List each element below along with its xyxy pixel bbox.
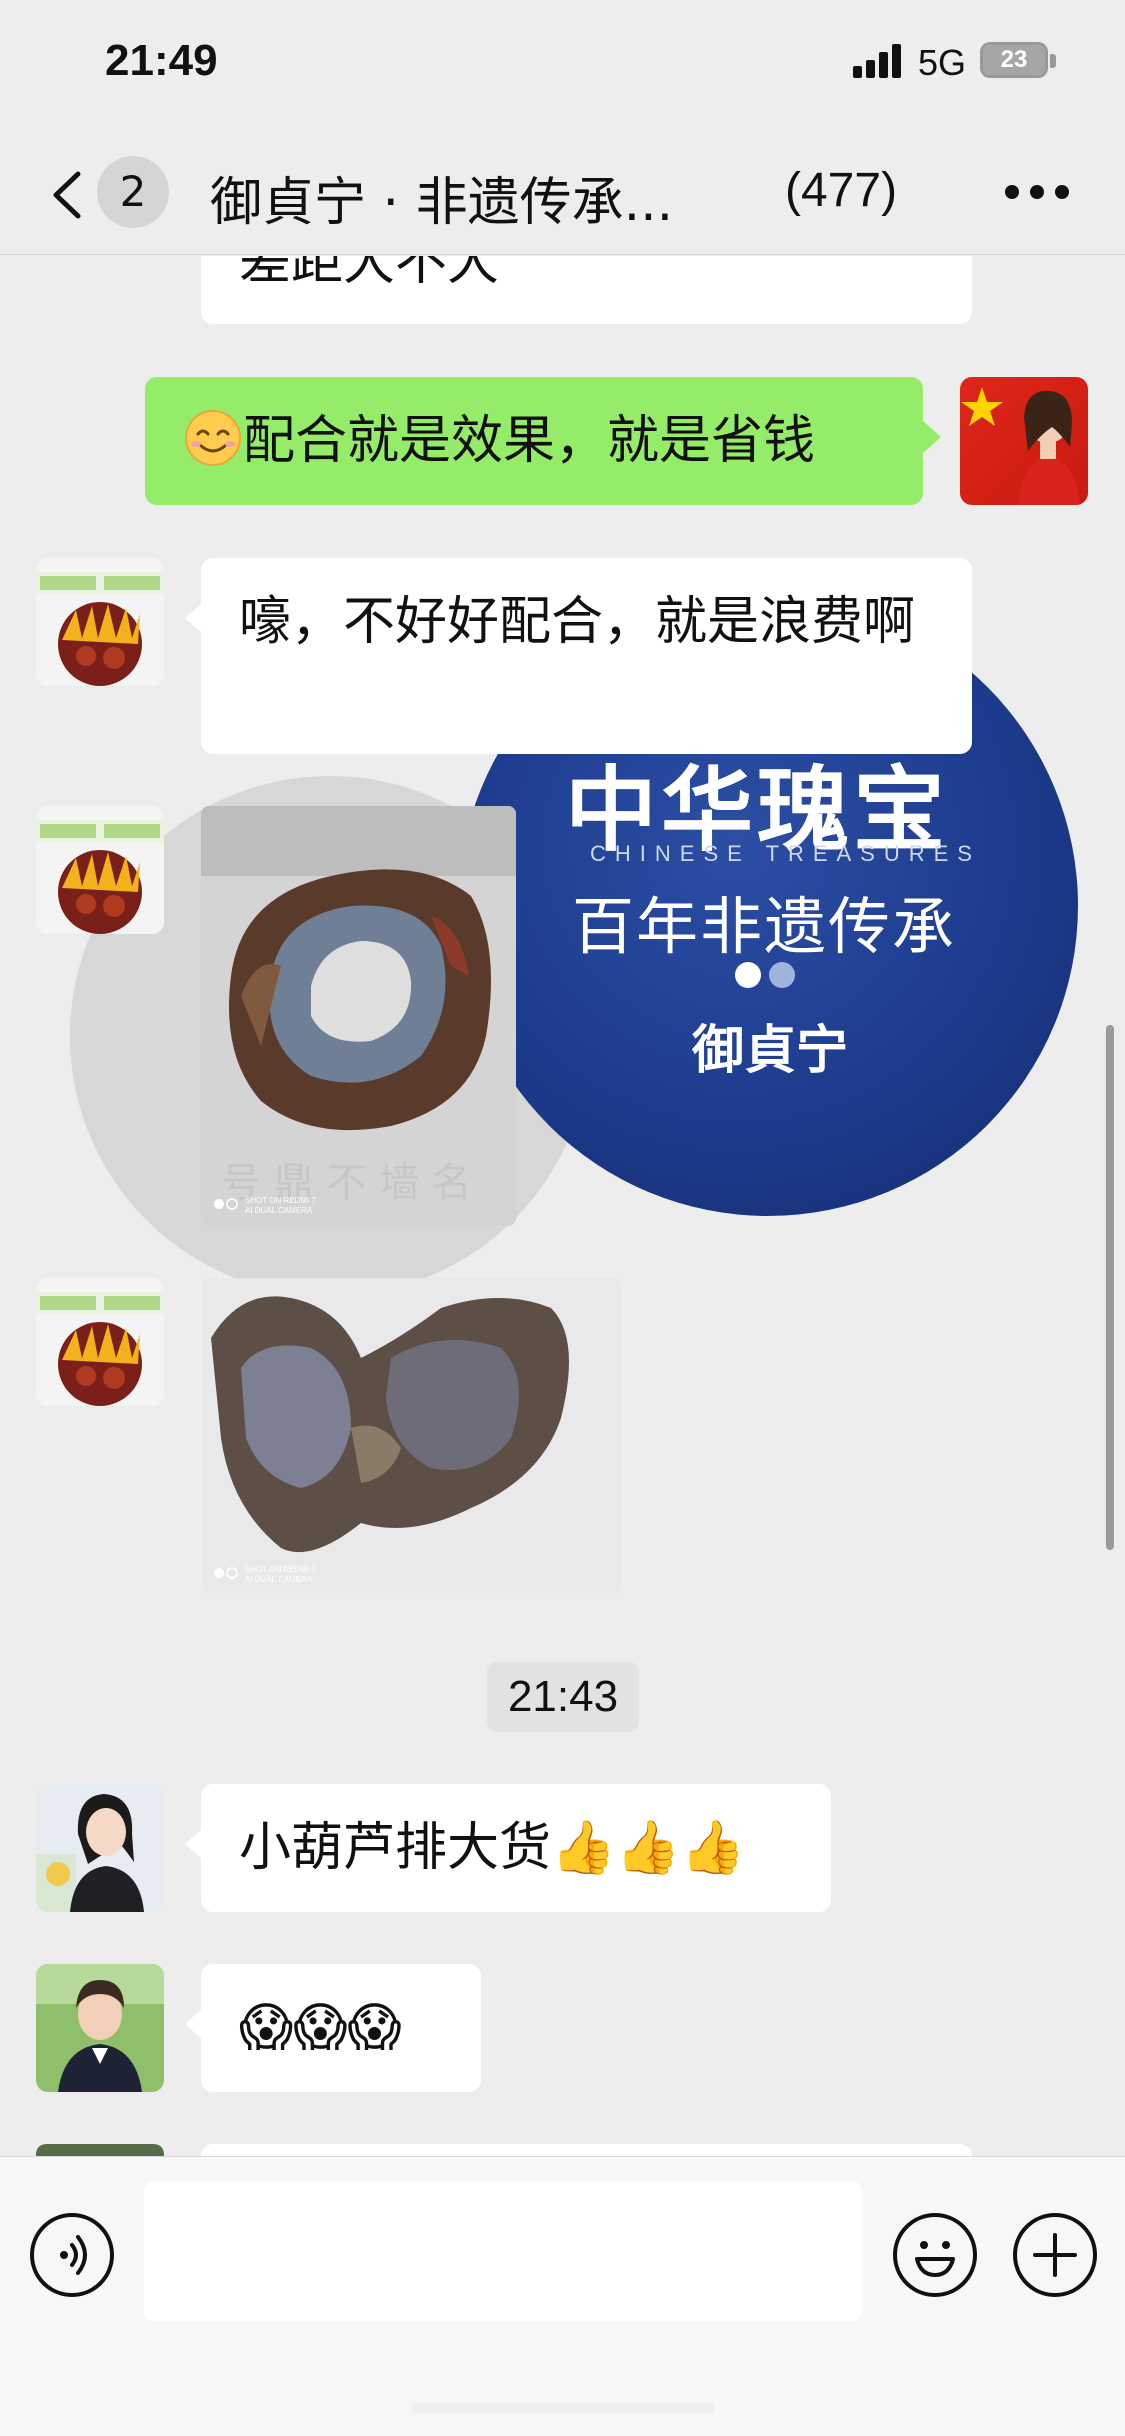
- image-message[interactable]: 号 鼎 不 墙 名 SHOT ON REDMI 7 AI DUAL CAMERA: [201, 806, 516, 1226]
- image-caption-line: AI DUAL CAMERA: [245, 1575, 313, 1584]
- network-type: 5G: [918, 42, 967, 83]
- message-text: 差距大不大: [239, 256, 500, 292]
- sender-avatar[interactable]: [36, 1784, 164, 1912]
- message-text: 配合就是效果，就是省钱: [243, 411, 816, 471]
- status-time: 21:49: [105, 36, 218, 85]
- battery-icon: 23: [980, 42, 1048, 78]
- unread-count-badge[interactable]: 2: [97, 156, 169, 228]
- message-text: 😱😱😱: [239, 1998, 402, 2058]
- image-message[interactable]: SHOT ON REDMI 7 AI DUAL CAMERA: [201, 1278, 621, 1593]
- message-text: 嚎，不好好配合，就是浪费啊: [239, 592, 916, 652]
- home-indicator: [410, 2402, 715, 2414]
- sender-avatar[interactable]: [36, 1964, 164, 2092]
- image-caption: SHOT ON REDMI 7 AI DUAL CAMERA: [245, 1565, 316, 1585]
- promo-dots: [735, 962, 795, 990]
- image-caption-line: SHOT ON REDMI 7: [245, 1565, 316, 1574]
- message-bubble-self[interactable]: 配合就是效果，就是省钱: [145, 377, 941, 505]
- cellular-signal-icon: [853, 44, 903, 78]
- message-bubble[interactable]: [201, 2144, 972, 2156]
- sender-avatar[interactable]: [36, 2144, 164, 2156]
- more-dots-icon[interactable]: [1005, 185, 1069, 201]
- chat-header: 2 御貞宁 · 非遗传承... (477): [0, 130, 1125, 255]
- battery-level: 23: [983, 45, 1045, 75]
- message-bubble[interactable]: 嚎，不好好配合，就是浪费啊: [185, 558, 972, 754]
- plus-icon[interactable]: [1013, 2213, 1097, 2297]
- emoji-icon[interactable]: [893, 2213, 977, 2297]
- image-caption: SHOT ON REDMI 7 AI DUAL CAMERA: [245, 1196, 316, 1216]
- sender-avatar[interactable]: [36, 806, 164, 934]
- promo-subtitle: 百年非遗传承: [572, 890, 957, 963]
- chevron-left-icon[interactable]: [48, 170, 88, 220]
- message-bubble[interactable]: 小葫芦排大货👍👍👍: [185, 1784, 831, 1912]
- scrollbar[interactable]: [1106, 1025, 1114, 1550]
- image-caption-line: SHOT ON REDMI 7: [245, 1196, 316, 1205]
- message-list[interactable]: 中华瑰宝 CHINESE TREASURES 百年非遗传承 御貞宁 差距大不大 …: [0, 256, 1125, 2156]
- sender-avatar[interactable]: [36, 1278, 164, 1406]
- battery-nub: [1050, 54, 1056, 68]
- chat-title[interactable]: 御貞宁 · 非遗传承...: [210, 160, 673, 235]
- promo-brand: 御貞宁: [692, 1020, 849, 1081]
- message-bubble[interactable]: 差距大不大: [201, 256, 972, 324]
- image-caption-line: AI DUAL CAMERA: [245, 1206, 313, 1215]
- chat-input-bar: [0, 2156, 1125, 2436]
- message-input[interactable]: [144, 2181, 862, 2321]
- time-divider: 21:43: [487, 1662, 639, 1732]
- message-bubble[interactable]: 😱😱😱: [185, 1964, 481, 2092]
- message-text: 小葫芦排大货👍👍👍: [239, 1818, 746, 1878]
- smile-emoji-icon: [185, 410, 241, 466]
- sender-avatar[interactable]: [36, 558, 164, 686]
- self-avatar[interactable]: [960, 377, 1088, 505]
- status-bar: 21:49 5G 23: [0, 0, 1125, 130]
- voice-icon[interactable]: [30, 2213, 114, 2297]
- promo-subtitle-en: CHINESE TREASURES: [590, 841, 981, 866]
- member-count: (477): [785, 164, 898, 217]
